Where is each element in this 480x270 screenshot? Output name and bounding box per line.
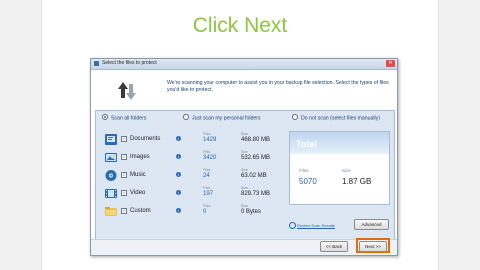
left-gutter <box>0 0 42 270</box>
scan-panel: Scan all folders Just scan my personal f… <box>95 110 395 241</box>
size-value: 468.80 MB <box>241 137 271 143</box>
category-row-video: ✓ Video i Files 197 Size 829.73 MB <box>104 185 284 203</box>
option-label: Scan all folders <box>111 115 147 122</box>
option-label: Just scan my personal folders <box>192 115 261 122</box>
category-row-images: ✓ Images i Files 3420 Size 532.65 MB <box>104 149 284 167</box>
files-count: 24 <box>203 173 210 179</box>
size-label: Size <box>241 150 248 154</box>
option-do-not-scan[interactable]: Do not scan (select files manually) <box>292 114 380 122</box>
category-row-custom: ✓ Custom i Files 0 Size 0 Bytes <box>104 203 284 221</box>
video-icon <box>105 189 117 198</box>
option-scan-all[interactable]: Scan all folders <box>102 114 147 122</box>
total-summary: Total Files 5070 Size 1.87 GB <box>289 131 390 205</box>
transfer-arrows-icon <box>118 82 136 100</box>
option-label: Do not scan (select files manually) <box>301 115 380 122</box>
info-icon[interactable]: i <box>176 136 181 141</box>
category-row-music: ✓ Music i Files 24 Size 63.02 MB <box>104 167 284 185</box>
size-value: 0 Bytes <box>241 209 262 215</box>
intro-section: We're scanning your computer to assist y… <box>91 70 397 110</box>
close-button[interactable]: ✕ <box>386 60 395 67</box>
total-size-label: Size <box>342 168 351 173</box>
files-label: Files <box>203 150 211 154</box>
total-files-label: Files <box>299 168 309 173</box>
files-count: 1429 <box>203 137 217 143</box>
dialog-titlebar: Select the files to protect ✕ <box>91 59 397 70</box>
review-scan-results-link[interactable]: Review Scan Results <box>297 223 335 228</box>
scan-options: Scan all folders Just scan my personal f… <box>96 111 394 125</box>
category-name: Images <box>130 154 150 160</box>
category-name: Documents <box>130 136 161 142</box>
category-name: Video <box>130 190 146 196</box>
size-label: Size <box>241 132 248 136</box>
radio-selected-icon[interactable] <box>102 114 108 120</box>
documents-checkbox[interactable]: ✓ <box>121 136 127 142</box>
slide-heading: Click Next <box>192 14 288 37</box>
dialog-footer <box>91 239 397 255</box>
size-label: Size <box>241 168 248 172</box>
size-value: 532.65 MB <box>241 155 271 161</box>
documents-icon <box>105 134 117 145</box>
intro-text: We're scanning your computer to assist y… <box>167 80 389 93</box>
advanced-button[interactable]: Advanced <box>354 219 389 230</box>
category-name: Custom <box>130 208 151 214</box>
files-count: 197 <box>203 191 214 197</box>
option-personal-folders[interactable]: Just scan my personal folders <box>183 114 261 122</box>
total-title: Total <box>296 139 317 149</box>
right-gutter <box>438 0 480 270</box>
size-label: Size <box>241 186 248 190</box>
info-icon[interactable]: i <box>176 190 181 195</box>
category-name: Music <box>130 172 146 178</box>
files-count: 0 <box>203 209 207 215</box>
video-checkbox[interactable]: ✓ <box>121 190 127 196</box>
dialog-title: Select the files to protect <box>102 60 157 66</box>
app-icon <box>94 61 99 66</box>
size-label: Size <box>241 204 248 208</box>
files-label: Files <box>203 186 211 190</box>
music-icon <box>105 170 117 181</box>
review-icon <box>289 222 296 229</box>
info-icon[interactable]: i <box>176 172 181 177</box>
info-icon[interactable]: i <box>176 208 181 213</box>
images-checkbox[interactable]: ✓ <box>121 154 127 160</box>
custom-checkbox[interactable]: ✓ <box>121 208 127 214</box>
size-value: 63.02 MB <box>241 173 267 179</box>
next-button[interactable]: Next >> <box>359 241 387 252</box>
select-files-dialog: Select the files to protect ✕ We're scan… <box>90 58 398 256</box>
custom-folder-icon <box>105 207 117 216</box>
music-checkbox[interactable]: ✓ <box>121 172 127 178</box>
files-label: Files <box>203 132 211 136</box>
images-icon <box>105 153 117 162</box>
back-button[interactable]: << Back <box>320 241 348 252</box>
files-label: Files <box>203 204 211 208</box>
total-size-value: 1.87 GB <box>342 177 372 186</box>
radio-icon[interactable] <box>183 114 189 120</box>
files-count: 3420 <box>203 155 217 161</box>
info-icon[interactable]: i <box>176 154 181 159</box>
total-files-count: 5070 <box>299 177 317 186</box>
category-row-documents: ✓ Documents i Files 1429 Size 468.80 MB <box>104 131 284 149</box>
files-label: Files <box>203 168 211 172</box>
size-value: 829.73 MB <box>241 191 271 197</box>
radio-icon[interactable] <box>292 114 298 120</box>
